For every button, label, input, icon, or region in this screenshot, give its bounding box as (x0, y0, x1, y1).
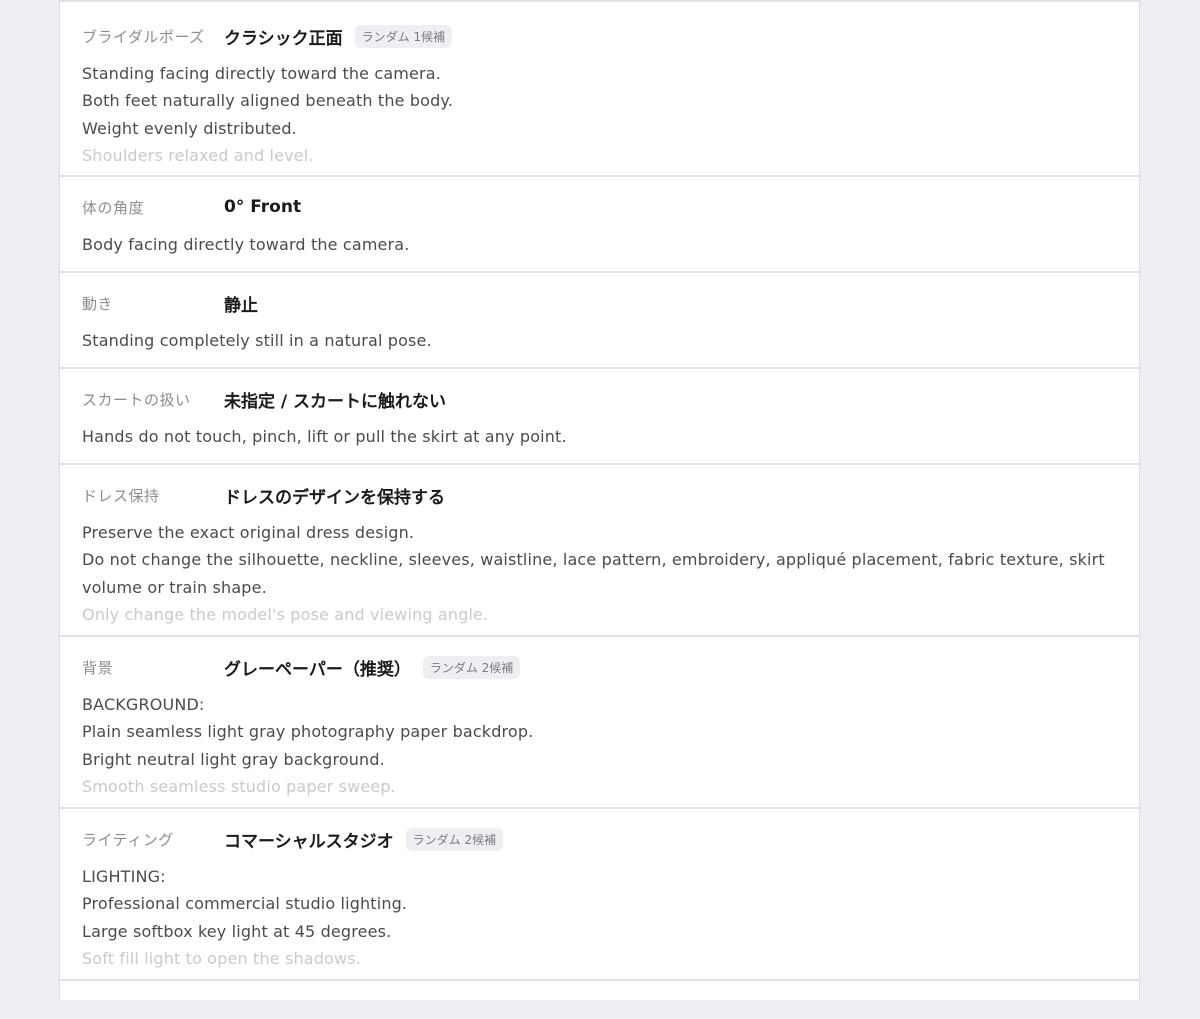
section-value: 未指定 / スカートに触れない (224, 391, 447, 412)
description-line: Preserve the exact original dress design… (82, 523, 415, 542)
section-body-angle[interactable]: 体の角度 0° Front Body facing directly towar… (60, 175, 1139, 271)
random-candidates-badge: ランダム 2候補 (405, 827, 504, 851)
section-value: グレーペーパー（推奨） (224, 659, 411, 680)
section-value: クラシック正面 (224, 28, 343, 49)
section-background[interactable]: 背景 グレーペーパー（推奨） ランダム 2候補 BACKGROUND: Plai… (60, 635, 1139, 807)
description-line: Weight evenly distributed. (82, 118, 297, 138)
description-line: Body facing directly toward the camera. (82, 235, 410, 254)
description-line: Bright neutral light gray background. (82, 749, 385, 769)
section-label: 動き (82, 294, 114, 313)
random-candidates-badge: ランダム 1候補 (354, 24, 453, 48)
section-dress-preservation[interactable]: ドレス保持 ドレスのデザインを保持する Preserve the exact o… (60, 463, 1139, 635)
section-label: ライティング (82, 830, 174, 849)
section-label: スカートの扱い (82, 390, 191, 409)
description-line: BACKGROUND: (82, 695, 205, 714)
random-candidates-badge: ランダム 2候補 (422, 655, 521, 679)
section-label: ドレス保持 (82, 486, 160, 505)
section-value: 静止 (224, 295, 258, 316)
description-line-faded: Only change the model's pose and viewing… (82, 604, 489, 624)
section-value: 0° Front (224, 197, 302, 217)
description-line: Standing facing directly toward the came… (82, 64, 441, 83)
description-line: Plain seamless light gray photography pa… (82, 722, 534, 742)
description-line: Professional commercial studio lighting. (82, 894, 408, 914)
section-value: ドレスのデザインを保持する (224, 487, 445, 508)
description-line: Both feet naturally aligned beneath the … (82, 91, 453, 111)
description-line: Standing completely still in a natural p… (82, 331, 432, 350)
section-bridal-pose[interactable]: ブライダルポーズ クラシック正面 ランダム 1候補 Standing facin… (60, 0, 1139, 175)
section-label: ブライダルポーズ (82, 27, 205, 46)
description-line: Do not change the silhouette, neckline, … (82, 550, 1105, 597)
section-lighting[interactable]: ライティング コマーシャルスタジオ ランダム 2候補 LIGHTING: Pro… (60, 807, 1139, 979)
section-label: 背景 (82, 658, 114, 677)
section-next-partial[interactable] (60, 979, 1139, 1019)
description-line-faded: Soft fill light to open the shadows. (82, 948, 361, 968)
description-line-faded: Smooth seamless studio paper sweep. (82, 776, 396, 796)
section-value: コマーシャルスタジオ (224, 831, 394, 852)
section-skirt-handling[interactable]: スカートの扱い 未指定 / スカートに触れない Hands do not tou… (60, 367, 1139, 463)
description-line: Hands do not touch, pinch, lift or pull … (82, 427, 567, 446)
description-line-faded: Shoulders relaxed and level. (82, 145, 314, 165)
description-line: Large softbox key light at 45 degrees. (82, 921, 392, 941)
description-line: LIGHTING: (82, 867, 166, 886)
section-movement[interactable]: 動き 静止 Standing completely still in a nat… (60, 271, 1139, 367)
settings-panel: ブライダルポーズ クラシック正面 ランダム 1候補 Standing facin… (59, 0, 1140, 1000)
section-label: 体の角度 (82, 198, 145, 217)
